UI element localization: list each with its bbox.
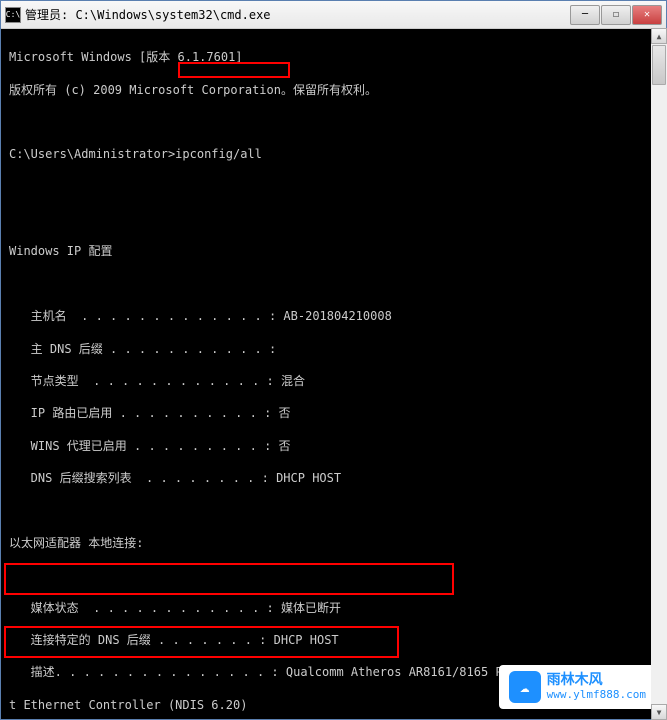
scroll-up-button[interactable]: ▲: [651, 28, 667, 44]
console-line: [9, 567, 658, 583]
console-line: IP 路由已启用 . . . . . . . . . . : 否: [9, 405, 658, 421]
close-button[interactable]: ✕: [632, 5, 662, 25]
console-line: 媒体状态 . . . . . . . . . . . . : 媒体已断开: [9, 600, 658, 616]
hostname-line: 主机名 . . . . . . . . . . . . . : AB-20180…: [9, 308, 658, 324]
command-text: ipconfig/all: [175, 147, 262, 161]
cmd-icon: C:\: [5, 7, 21, 23]
watermark-url: www.ylmf888.com: [547, 689, 646, 701]
scroll-thumb[interactable]: [652, 45, 666, 85]
cmd-window: C:\ 管理员: C:\Windows\system32\cmd.exe ─ ☐…: [0, 0, 667, 720]
console-line: 连接特定的 DNS 后缀 . . . . . . . : DHCP HOST: [9, 632, 658, 648]
console-line: [9, 502, 658, 518]
console-output[interactable]: Microsoft Windows [版本 6.1.7601] 版权所有 (c)…: [1, 29, 666, 719]
section-header: Windows IP 配置: [9, 243, 658, 259]
watermark-title: 雨林木风: [547, 673, 646, 688]
titlebar[interactable]: C:\ 管理员: C:\Windows\system32\cmd.exe ─ ☐…: [1, 1, 666, 29]
minimize-button[interactable]: ─: [570, 5, 600, 25]
console-line: 节点类型 . . . . . . . . . . . . : 混合: [9, 373, 658, 389]
section-header: 以太网适配器 本地连接:: [9, 535, 658, 551]
console-line: WINS 代理已启用 . . . . . . . . . : 否: [9, 438, 658, 454]
console-line: [9, 211, 658, 227]
console-line: Microsoft Windows [版本 6.1.7601]: [9, 49, 658, 65]
watermark: ☁ 雨林木风 www.ylmf888.com: [499, 665, 656, 709]
vertical-scrollbar[interactable]: ▲ ▼: [651, 28, 667, 720]
console-line: DNS 后缀搜索列表 . . . . . . . . : DHCP HOST: [9, 470, 658, 486]
console-line: 版权所有 (c) 2009 Microsoft Corporation。保留所有…: [9, 82, 658, 98]
console-line: [9, 276, 658, 292]
console-line: 主 DNS 后缀 . . . . . . . . . . . :: [9, 341, 658, 357]
scroll-down-button[interactable]: ▼: [651, 704, 667, 720]
console-line: [9, 179, 658, 195]
window-controls: ─ ☐ ✕: [570, 5, 662, 25]
window-title: 管理员: C:\Windows\system32\cmd.exe: [25, 6, 570, 23]
maximize-button[interactable]: ☐: [601, 5, 631, 25]
console-line: [9, 114, 658, 130]
prompt-line: C:\Users\Administrator>ipconfig/all: [9, 146, 658, 162]
watermark-icon: ☁: [509, 671, 541, 703]
